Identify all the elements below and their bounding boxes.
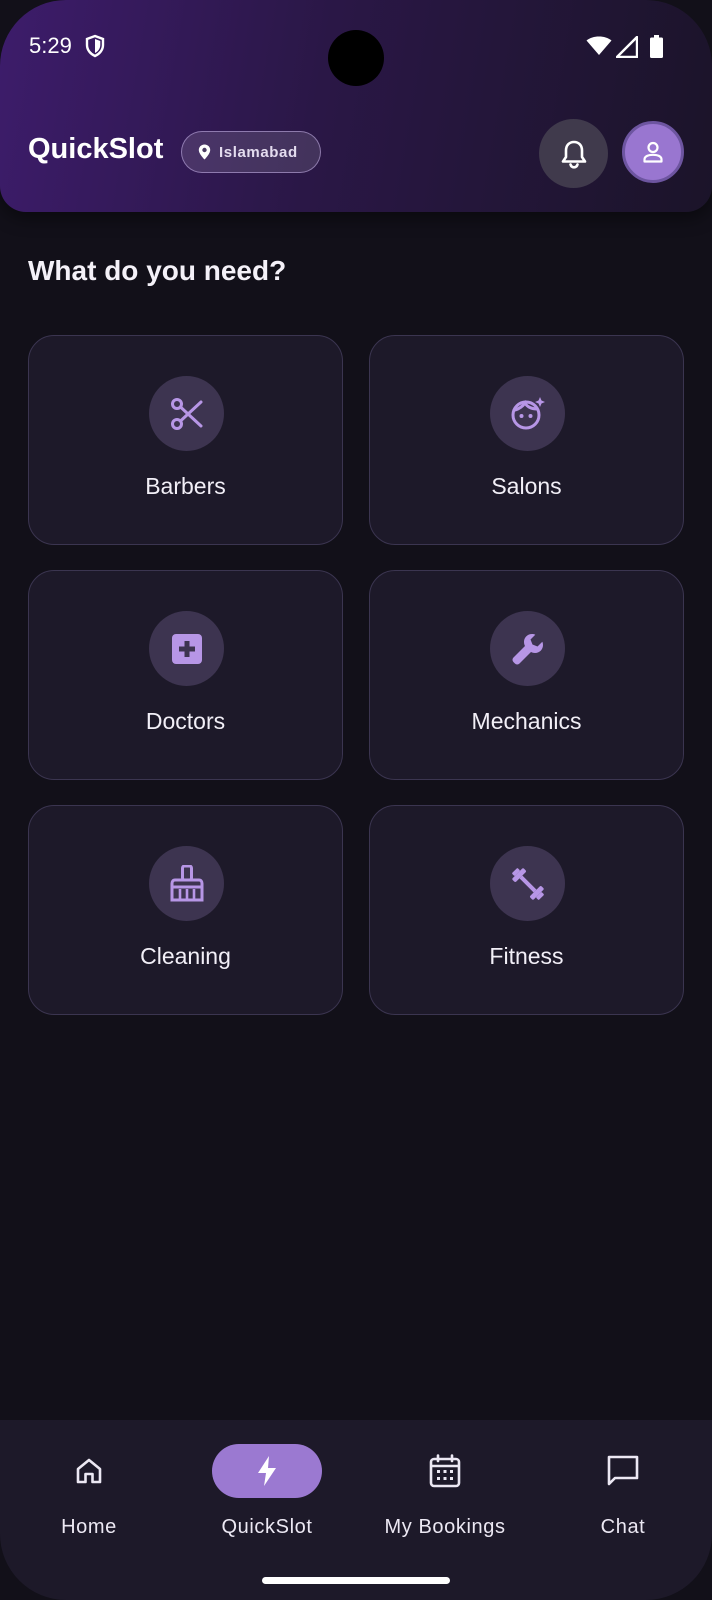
scissors-icon [170, 397, 202, 430]
shield-icon [85, 34, 105, 58]
bottom-navigation: Home QuickSlot My Bookings Chat [0, 1420, 712, 1600]
nav-icon-container [34, 1444, 144, 1498]
nav-item-quickslot[interactable]: QuickSlot [178, 1420, 356, 1540]
wifi-icon [586, 36, 612, 55]
nav-item-home[interactable]: Home [0, 1420, 178, 1540]
nav-icon-container [390, 1444, 500, 1498]
location-pin-icon [198, 144, 211, 160]
nav-item-my-bookings[interactable]: My Bookings [356, 1420, 534, 1540]
category-icon-circle [490, 846, 565, 921]
category-icon-circle [149, 846, 224, 921]
nav-label: My Bookings [384, 1516, 506, 1538]
category-icon-circle [490, 611, 565, 686]
nav-item-chat[interactable]: Chat [534, 1420, 712, 1540]
category-card-salons[interactable]: Salons [369, 335, 684, 545]
category-label: Fitness [489, 943, 564, 969]
chat-bubble-icon [607, 1455, 639, 1486]
bell-icon [561, 140, 586, 169]
battery-icon [650, 35, 663, 58]
app-header: 5:29 QuickSlot Islamabad [0, 0, 712, 212]
category-card-cleaning[interactable]: Cleaning [28, 805, 343, 1015]
category-label: Barbers [145, 473, 226, 499]
category-card-doctors[interactable]: Doctors [28, 570, 343, 780]
home-icon [76, 1458, 102, 1484]
camera-cutout [328, 30, 384, 86]
phone-screen: 5:29 QuickSlot Islamabad What do you nee… [0, 0, 712, 1600]
category-icon-circle [149, 611, 224, 686]
location-chip[interactable]: Islamabad [181, 131, 321, 173]
category-card-fitness[interactable]: Fitness [369, 805, 684, 1015]
calendar-icon [429, 1454, 461, 1488]
category-label: Mechanics [471, 708, 582, 734]
face-sparkle-icon [511, 396, 545, 429]
broom-icon [170, 864, 203, 901]
person-icon [643, 141, 663, 163]
category-card-mechanics[interactable]: Mechanics [369, 570, 684, 780]
category-card-barbers[interactable]: Barbers [28, 335, 343, 545]
category-label: Salons [491, 473, 562, 499]
category-label: Cleaning [140, 943, 231, 969]
nav-icon-container-active [212, 1444, 322, 1498]
category-icon-circle [490, 376, 565, 451]
wrench-icon [512, 633, 543, 664]
app-title: QuickSlot [28, 133, 164, 165]
dumbbell-icon [511, 867, 544, 900]
nav-label: Chat [600, 1516, 646, 1538]
bolt-icon [258, 1456, 276, 1486]
medical-cross-icon [171, 633, 202, 664]
home-indicator[interactable] [262, 1577, 450, 1584]
profile-avatar-button[interactable] [622, 121, 684, 183]
nav-label: Home [61, 1516, 117, 1538]
category-icon-circle [149, 376, 224, 451]
category-label: Doctors [145, 708, 226, 734]
signal-icon [616, 36, 638, 58]
nav-icon-container [568, 1444, 678, 1498]
nav-label: QuickSlot [221, 1516, 313, 1538]
section-title: What do you need? [28, 255, 287, 286]
status-bar: 5:29 [0, 0, 712, 96]
location-label: Islamabad [219, 143, 298, 161]
status-time: 5:29 [29, 33, 72, 58]
notifications-button[interactable] [539, 119, 608, 188]
